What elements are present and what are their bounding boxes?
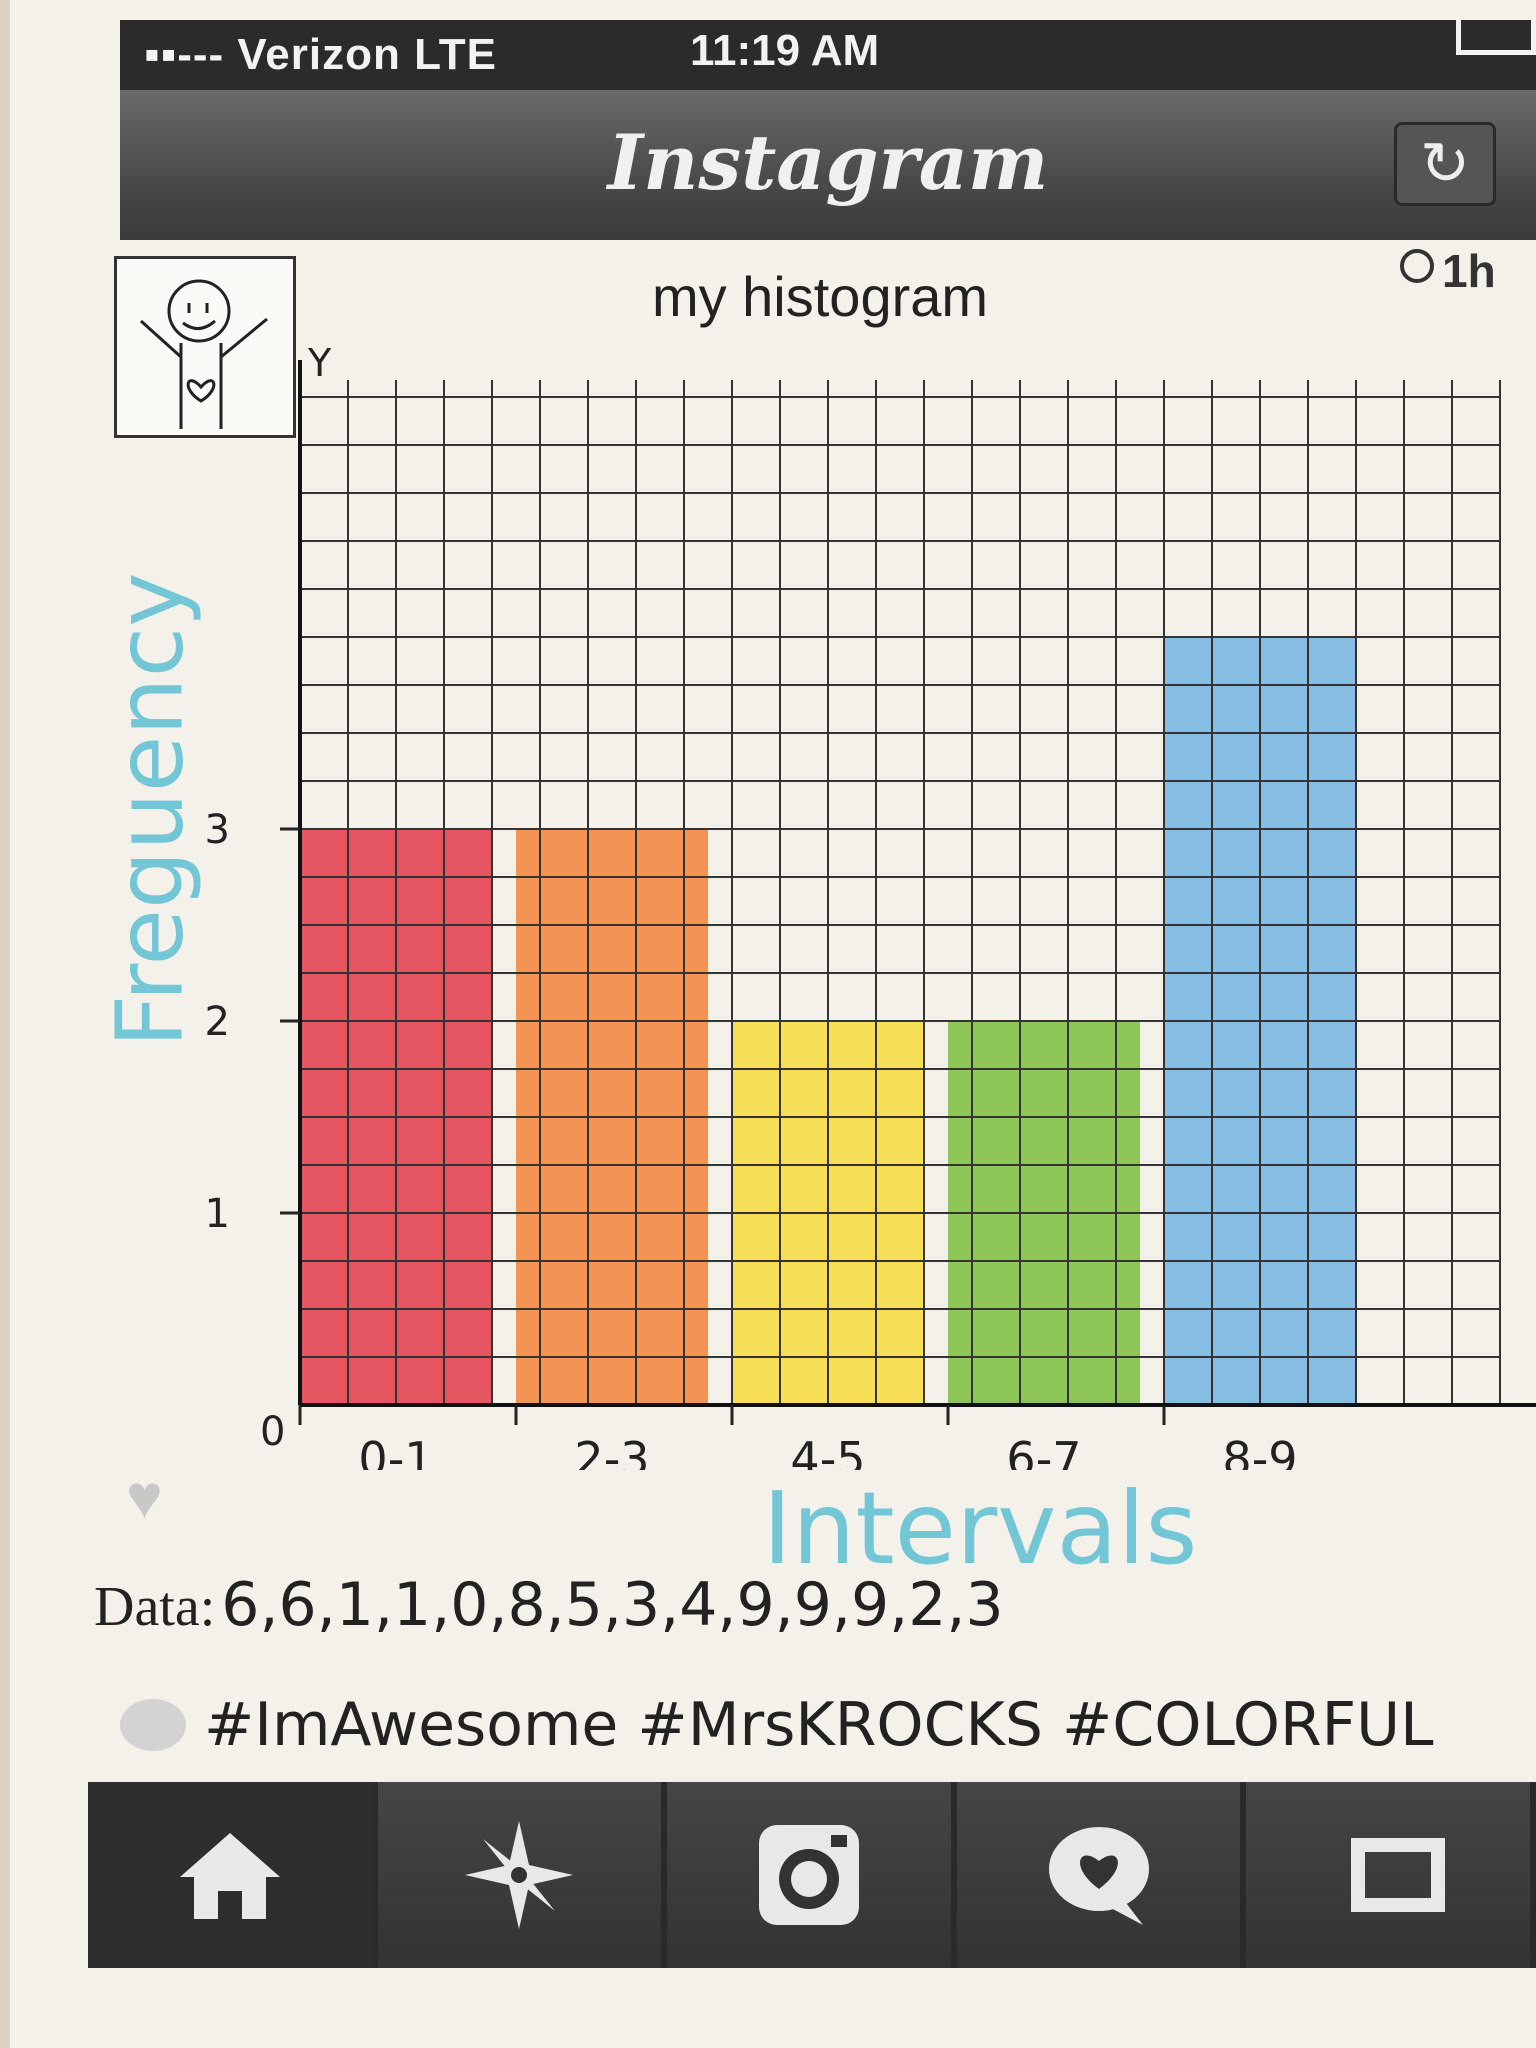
data-row: Data: 6,6,1,1,0,8,5,3,4,9,9,9,2,3 [94,1570,1394,1640]
caption-row: #ImAwesome #MrsKROCKS #COLORFUL [120,1690,1434,1760]
y-axis-letter: Y [307,341,332,385]
profile-icon [1351,1838,1446,1912]
home-icon [179,1833,280,1919]
explore-icon [465,1821,574,1929]
tab-home[interactable] [88,1782,378,1968]
origin-label: 0 [260,1409,285,1455]
x-tick-label: 8-9 [1222,1432,1297,1470]
tab-explore[interactable] [377,1782,668,1968]
y-tick-label: 3 [205,807,230,853]
x-tick-label: 6-7 [1006,1432,1081,1470]
heart-icon[interactable]: ♥ [126,1467,188,1529]
tab-bar [88,1782,1536,1968]
activity-icon [1048,1827,1149,1925]
comment-bubble-icon[interactable] [120,1699,186,1751]
x-tick-label: 4-5 [790,1432,865,1470]
x-tick-label: 0-1 [358,1432,433,1470]
tab-camera[interactable] [667,1782,957,1968]
caption-text: #ImAwesome #MrsKROCKS #COLORFUL [204,1690,1434,1760]
y-tick-label: 1 [205,1191,230,1237]
camera-icon [758,1825,859,1925]
y-tick-label: 2 [205,999,230,1045]
histogram-chart: 0-1 2-3 4-5 6-7 8-9 Y 0 1 2 3 [205,341,1536,1470]
x-tick-label: 2-3 [574,1432,649,1470]
data-values: 6,6,1,1,0,8,5,3,4,9,9,9,2,3 [221,1570,1004,1640]
data-label: Data: [94,1576,216,1638]
tab-profile[interactable] [1246,1782,1536,1968]
tab-activity[interactable] [956,1782,1247,1968]
